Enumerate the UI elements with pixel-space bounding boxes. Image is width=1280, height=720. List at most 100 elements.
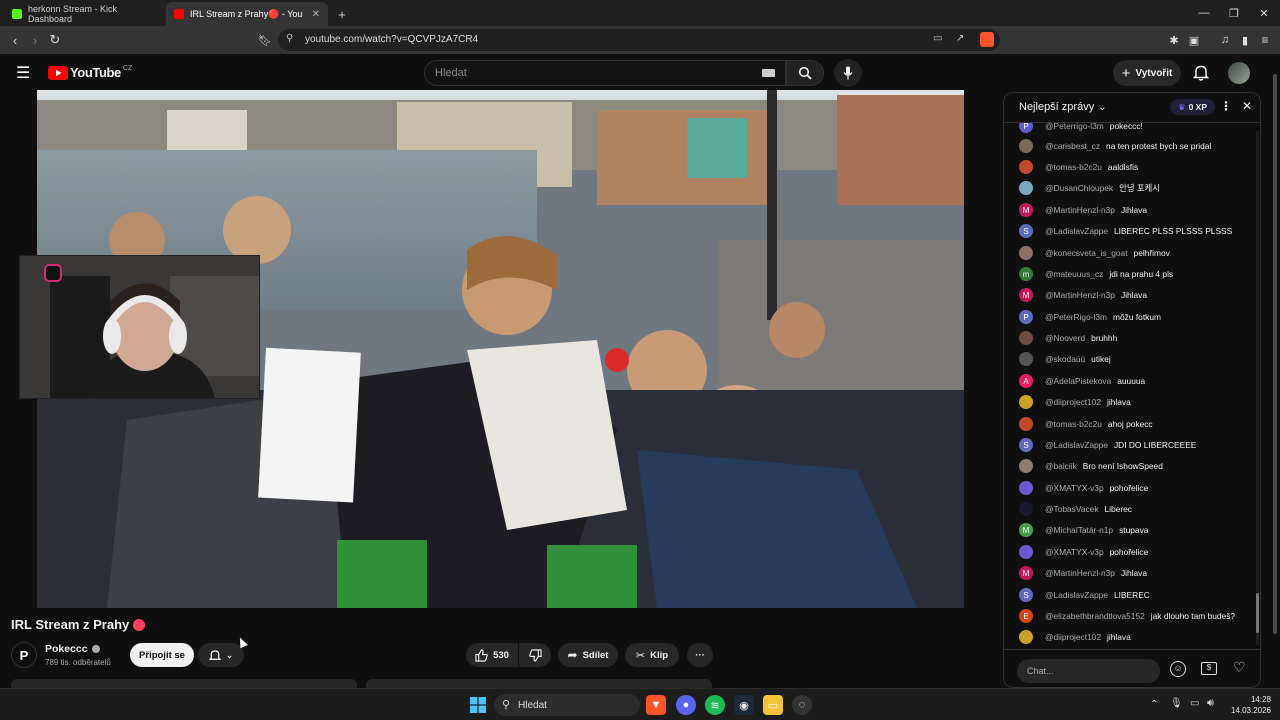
chat-author[interactable]: @AdelaPistekova: [1045, 376, 1111, 386]
brave-browser-icon[interactable]: ▼: [646, 695, 666, 715]
obs-icon[interactable]: ◌: [792, 695, 812, 715]
chat-scrollbar-thumb[interactable]: [1256, 593, 1259, 633]
wallet-icon[interactable]: ▣: [1184, 30, 1204, 50]
avatar: m: [1019, 267, 1033, 281]
file-explorer-icon[interactable]: ▭: [763, 695, 783, 715]
create-button[interactable]: + Vytvořit: [1113, 60, 1181, 86]
restore-icon[interactable]: ❐: [1217, 0, 1251, 26]
hamburger-menu-icon[interactable]: ☰: [16, 63, 30, 83]
chat-author[interactable]: @DusanChloupek: [1045, 183, 1113, 193]
voice-search-button[interactable]: [834, 59, 862, 87]
new-tab-button[interactable]: +: [332, 2, 352, 26]
chat-author[interactable]: @MartinHenzl-n3p: [1045, 205, 1115, 215]
chat-author[interactable]: @mateuuus_cz: [1045, 269, 1103, 279]
media-icon[interactable]: ♫: [1215, 30, 1235, 50]
avatar[interactable]: [1228, 62, 1250, 84]
site-info-icon[interactable]: ⚲: [286, 33, 293, 44]
like-button[interactable]: 530: [466, 643, 518, 667]
join-button[interactable]: Připojit se: [130, 643, 194, 667]
page-scrollbar-thumb[interactable]: [1273, 74, 1277, 634]
brave-shields-icon[interactable]: [980, 32, 994, 47]
network-icon[interactable]: ▭: [1190, 698, 1199, 709]
chat-author[interactable]: @Nooverd: [1045, 333, 1085, 343]
forward-icon[interactable]: ›: [25, 30, 45, 50]
avatar: [1019, 481, 1033, 495]
list-item: @balciik Bro není IshowSpeed: [1019, 457, 1163, 475]
chat-author[interactable]: @MartinHenzl-n3p: [1045, 568, 1115, 578]
taskbar-search[interactable]: ⚲ Hledat: [494, 694, 640, 716]
tab-kick-dashboard[interactable]: herkonn Stream - Kick Dashboard: [4, 2, 162, 26]
chat-author[interactable]: @elizabethbrandtlova5152: [1045, 611, 1145, 621]
chat-author[interactable]: @LadislavZappe: [1045, 590, 1108, 600]
xp-badge[interactable]: ♛ 0 XP: [1170, 99, 1215, 115]
share-button[interactable]: ➦ Sdílet: [558, 643, 618, 667]
discord-icon[interactable]: ●: [676, 695, 696, 715]
avatar: M: [1019, 288, 1033, 302]
windows-logo-icon: [470, 697, 486, 713]
close-chat-icon[interactable]: ✕: [1242, 99, 1252, 113]
chat-author[interactable]: @MichalTatár-n1p: [1045, 525, 1113, 535]
close-window-icon[interactable]: ✕: [1247, 0, 1280, 26]
minimize-icon[interactable]: —: [1187, 0, 1221, 26]
spotify-icon[interactable]: ≋: [705, 695, 725, 715]
notifications-button[interactable]: [1192, 64, 1210, 86]
chat-menu-icon[interactable]: ⋮: [1220, 99, 1232, 113]
microphone-icon[interactable]: 🎙︎: [1170, 698, 1183, 709]
more-actions-button[interactable]: ···: [687, 643, 713, 667]
menu-icon[interactable]: ≡: [1255, 30, 1275, 50]
bookmark-icon[interactable]: 🔖︎: [255, 30, 275, 50]
cast-icon[interactable]: ▭: [933, 33, 942, 44]
reload-icon[interactable]: ↻: [45, 30, 65, 50]
chat-scrollbar[interactable]: [1256, 131, 1259, 645]
chat-author[interactable]: @TobasVacek: [1045, 504, 1099, 514]
chat-author[interactable]: @XMATYX-v3p: [1045, 547, 1104, 557]
chat-author[interactable]: @MartinHenzl-n3p: [1045, 290, 1115, 300]
clock[interactable]: 14:28 14.03.2026: [1225, 694, 1271, 716]
subscribed-notifications-button[interactable]: ⌄: [198, 643, 244, 667]
chat-mode-dropdown[interactable]: Nejlepší zprávy ⌄: [1019, 101, 1107, 113]
chat-text: utikej: [1091, 354, 1111, 364]
chat-author[interactable]: @XMATYX-v3p: [1045, 483, 1104, 493]
dislike-button[interactable]: [519, 643, 551, 667]
keyboard-icon[interactable]: [762, 69, 775, 77]
chat-author[interactable]: @konecsveta_is_goat: [1045, 248, 1128, 258]
chat-author[interactable]: @carisbest_cz: [1045, 141, 1100, 151]
heart-icon[interactable]: ♡: [1233, 659, 1246, 676]
search-input[interactable]: Hledat: [424, 60, 786, 86]
browser-toolbar: ‹ › ↻ 🔖︎ ⚲ youtube.com/watch?v=QCVPJzA7C…: [0, 26, 1280, 54]
page-scrollbar[interactable]: [1270, 54, 1280, 688]
close-tab-icon[interactable]: ✕: [312, 9, 320, 20]
channel-avatar[interactable]: P: [11, 642, 37, 668]
chat-author[interactable]: @tomas-b2c2u: [1045, 162, 1102, 172]
extensions-icon[interactable]: ✱: [1164, 30, 1184, 50]
super-chat-icon[interactable]: $: [1201, 662, 1217, 675]
chat-author[interactable]: @skodaúú: [1045, 354, 1085, 364]
steam-icon[interactable]: ◉: [734, 695, 754, 715]
volume-icon[interactable]: 🔊︎: [1207, 697, 1214, 710]
share-page-icon[interactable]: ↗: [956, 33, 964, 44]
comments-box[interactable]: [366, 679, 712, 688]
sidebar-icon[interactable]: ▮: [1235, 30, 1255, 50]
chat-author[interactable]: @LadislavZappe: [1045, 440, 1108, 450]
chat-author[interactable]: @diiproject102: [1045, 397, 1101, 407]
emoji-icon[interactable]: ☺: [1170, 661, 1186, 677]
bell-icon: [208, 649, 221, 660]
back-icon[interactable]: ‹: [5, 30, 25, 50]
clip-button[interactable]: ✂ Klip: [625, 643, 679, 667]
chat-input[interactable]: Chat...: [1017, 659, 1160, 683]
search-button[interactable]: [786, 60, 824, 86]
youtube-logo[interactable]: YouTube CZ: [48, 65, 132, 80]
address-bar[interactable]: ⚲ youtube.com/watch?v=QCVPJzA7CR4 ▭ ↗: [278, 29, 1000, 51]
chat-author[interactable]: @Peterrigo-l3m: [1045, 123, 1104, 131]
chat-author[interactable]: @LadislavZappe: [1045, 226, 1108, 236]
tab-youtube[interactable]: IRL Stream z Prahy🔴 - YouTube ✕: [166, 2, 328, 26]
description-box[interactable]: [11, 679, 357, 688]
chat-author[interactable]: @diiproject102: [1045, 632, 1101, 642]
join-label: Připojit se: [139, 649, 185, 661]
chat-author[interactable]: @tomas-b2c2u: [1045, 419, 1102, 429]
windows-start-icon[interactable]: [468, 695, 488, 715]
chat-author[interactable]: @PeterRigo-l3m: [1045, 312, 1107, 322]
chat-author[interactable]: @balciik: [1045, 461, 1077, 471]
chevron-up-icon[interactable]: ⌃: [1150, 699, 1158, 710]
channel-name[interactable]: Pokeccc: [45, 643, 100, 655]
